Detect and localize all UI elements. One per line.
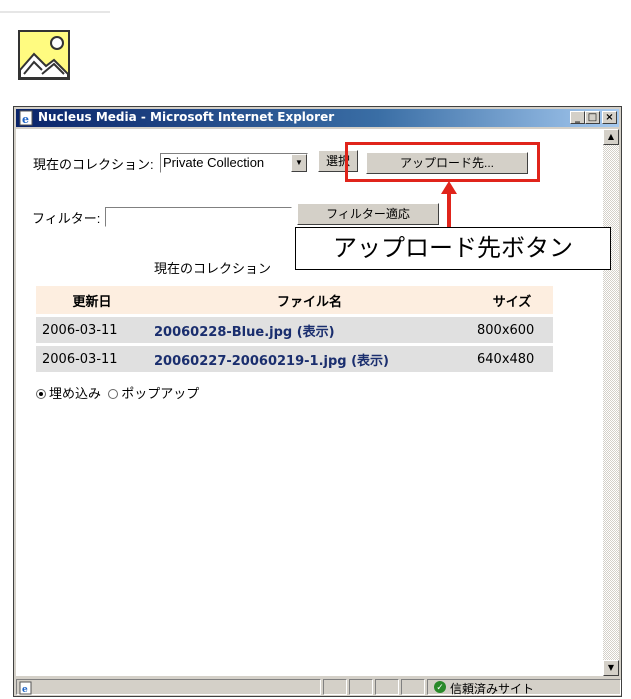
collection-label: 現在のコレクション: xyxy=(33,157,154,172)
cell-filename-link[interactable]: 20060227-20060219-1.jpg (表示) xyxy=(148,346,471,372)
close-button[interactable]: × xyxy=(602,111,617,124)
dropdown-arrow-icon[interactable]: ▼ xyxy=(291,154,307,172)
column-header-date[interactable]: 更新日 xyxy=(36,286,148,314)
status-cell xyxy=(349,679,373,695)
scroll-up-arrow-icon[interactable]: ▲ xyxy=(603,129,619,145)
filter-label: フィルター: xyxy=(32,211,101,226)
cell-size: 640x480 xyxy=(471,346,553,372)
status-cell xyxy=(401,679,425,695)
vertical-scrollbar[interactable]: ▲ ▼ xyxy=(603,129,619,676)
title-bar[interactable]: e Nucleus Media - Microsoft Internet Exp… xyxy=(16,109,619,127)
current-collection-caption: 現在のコレクション xyxy=(154,261,272,276)
status-bar: e ✓ 信頼済みサイト xyxy=(16,678,621,696)
cell-size: 800x600 xyxy=(471,317,553,343)
collection-select[interactable]: Private Collection ▼ xyxy=(160,153,308,173)
table-row: 2006-03-11 20060227-20060219-1.jpg (表示) … xyxy=(36,346,553,372)
scroll-down-arrow-icon[interactable]: ▼ xyxy=(603,660,619,676)
svg-text:e: e xyxy=(22,113,29,126)
table-row: 2006-03-11 20060228-Blue.jpg (表示) 800x60… xyxy=(36,317,553,343)
window-title: Nucleus Media - Microsoft Internet Explo… xyxy=(38,110,335,124)
top-divider xyxy=(0,0,110,13)
zone-label: 信頼済みサイト xyxy=(450,682,535,696)
security-zone: ✓ 信頼済みサイト xyxy=(427,679,621,696)
radio-popup-label[interactable]: ポップアップ xyxy=(121,386,199,401)
cell-date: 2006-03-11 xyxy=(36,346,148,372)
status-text-cell: e xyxy=(16,679,321,695)
highlight-box xyxy=(345,142,540,182)
radio-popup[interactable] xyxy=(108,389,119,399)
ie-page-icon: e xyxy=(19,681,32,695)
radio-embed[interactable] xyxy=(36,389,46,399)
image-insert-icon[interactable] xyxy=(18,30,70,80)
status-cell xyxy=(323,679,347,695)
cell-date: 2006-03-11 xyxy=(36,317,148,343)
filter-apply-button[interactable]: フィルター適応 xyxy=(297,203,439,225)
cell-filename-link[interactable]: 20060228-Blue.jpg (表示) xyxy=(148,317,471,343)
insert-mode-group: 埋め込み ポップアップ xyxy=(36,383,199,402)
svg-text:e: e xyxy=(22,685,28,695)
minimize-button[interactable]: _ xyxy=(570,111,585,124)
radio-embed-label[interactable]: 埋め込み xyxy=(49,386,101,401)
table-header-row: 更新日 ファイル名 サイズ xyxy=(36,286,553,314)
ie-page-icon: e xyxy=(19,110,33,126)
column-header-size[interactable]: サイズ xyxy=(471,286,553,314)
collection-select-value: Private Collection xyxy=(163,155,265,170)
filter-input[interactable] xyxy=(105,207,292,227)
column-header-filename[interactable]: ファイル名 xyxy=(148,286,471,314)
status-cell xyxy=(375,679,399,695)
trusted-site-check-icon: ✓ xyxy=(434,681,446,693)
annotation-arrow-line xyxy=(447,193,451,231)
media-table: 更新日 ファイル名 サイズ 2006-03-11 20060228-Blue.j… xyxy=(36,283,553,375)
annotation-callout: アップロード先ボタン xyxy=(295,227,611,270)
maximize-button[interactable]: □ xyxy=(585,111,600,124)
